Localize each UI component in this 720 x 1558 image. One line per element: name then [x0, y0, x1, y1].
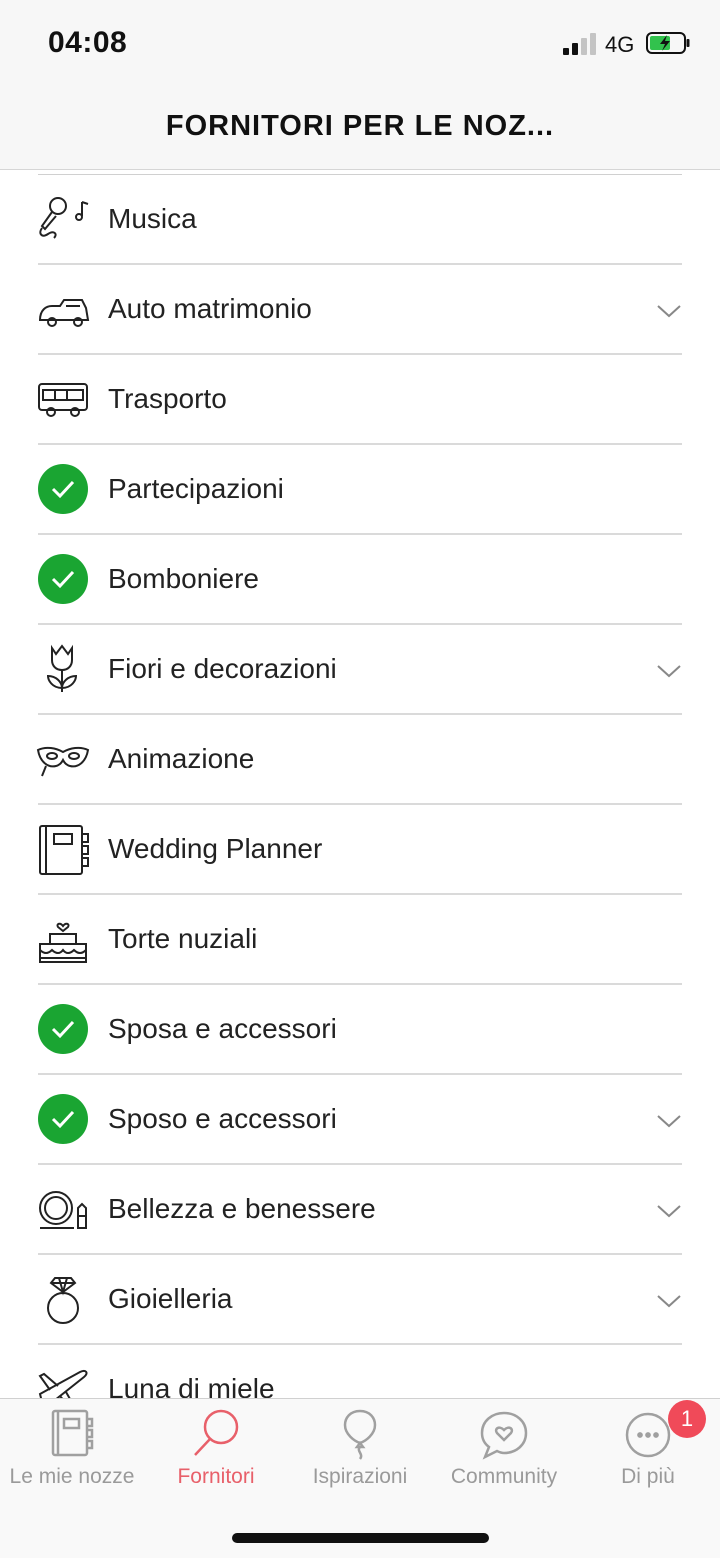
tab-community[interactable]: Community: [432, 1399, 576, 1509]
mask-icon: [36, 746, 90, 777]
planner-book-icon: [39, 825, 89, 875]
category-label: Torte nuziali: [108, 923, 258, 954]
tab-label: Community: [450, 1465, 558, 1488]
category-row-sposa-e-accessori[interactable]: Sposa e accessori: [0, 985, 720, 1075]
category-row-wedding-planner[interactable]: Wedding Planner: [0, 805, 720, 895]
category-row-fiori-e-decorazioni[interactable]: Fiori e decorazioni: [0, 625, 720, 715]
tulip-icon: [46, 644, 78, 692]
signal-icon: [563, 33, 599, 55]
category-row-trasporto[interactable]: Trasporto: [0, 355, 720, 445]
page-title: FORNITORI PER LE NOZ...: [165, 110, 555, 142]
tab-label: Di più: [621, 1465, 675, 1488]
category-label: Auto matrimonio: [108, 293, 312, 324]
category-row-partecipazioni[interactable]: Partecipazioni: [0, 445, 720, 535]
category-label: Fiori e decorazioni: [108, 653, 337, 684]
chevron-down-icon[interactable]: [656, 1203, 682, 1219]
tab-label: Fornitori: [177, 1465, 255, 1488]
category-row-animazione[interactable]: Animazione: [0, 715, 720, 805]
category-label: Bomboniere: [108, 563, 259, 594]
network-type: 4G: [605, 32, 635, 57]
category-row-gioielleria[interactable]: Gioielleria: [0, 1255, 720, 1345]
status-bar: 04:08 4G: [0, 0, 720, 88]
category-list[interactable]: Musica Auto matrimonio Trasporto Parteci…: [0, 170, 720, 1398]
ring-icon: [47, 1277, 79, 1324]
chat-heart-icon: [480, 1411, 528, 1460]
tab-ispirazioni[interactable]: Ispirazioni: [288, 1399, 432, 1509]
balloon-icon: [343, 1409, 377, 1460]
chevron-down-icon[interactable]: [656, 1293, 682, 1309]
category-row-bomboniere[interactable]: Bomboniere: [0, 535, 720, 625]
checkmark-icon: [38, 554, 88, 604]
category-label: Wedding Planner: [108, 833, 323, 864]
notebook-icon: [51, 1409, 94, 1457]
category-label: Animazione: [108, 743, 255, 774]
battery-icon: [646, 32, 690, 54]
nav-header: FORNITORI PER LE NOZ...: [0, 88, 720, 170]
tab-le-mie-nozze[interactable]: Le mie nozze: [0, 1399, 144, 1509]
chevron-down-icon[interactable]: [656, 1113, 682, 1129]
home-indicator[interactable]: [232, 1533, 489, 1543]
category-row-luna-di-miele[interactable]: Luna di miele: [0, 1345, 720, 1398]
category-label: Bellezza e benessere: [108, 1193, 376, 1224]
tab-label: Ispirazioni: [312, 1465, 408, 1488]
category-row-musica[interactable]: Musica: [0, 175, 720, 265]
chevron-down-icon[interactable]: [656, 303, 682, 319]
category-label: Musica: [108, 203, 197, 234]
notification-badge: 1: [668, 1400, 706, 1438]
airplane-icon: [38, 1369, 88, 1398]
category-label: Sposa e accessori: [108, 1013, 337, 1044]
search-icon: [194, 1409, 239, 1456]
wedding-car-icon: [38, 299, 90, 327]
category-label: Trasporto: [108, 383, 227, 414]
wedding-cake-icon: [39, 922, 87, 963]
category-label: Partecipazioni: [108, 473, 284, 504]
category-row-bellezza-e-benessere[interactable]: Bellezza e benessere: [0, 1165, 720, 1255]
category-label: Sposo e accessori: [108, 1103, 337, 1134]
checkmark-icon: [38, 1094, 88, 1144]
category-row-sposo-e-accessori[interactable]: Sposo e accessori: [0, 1075, 720, 1165]
status-time: 04:08: [48, 26, 128, 59]
chevron-down-icon[interactable]: [656, 663, 682, 679]
category-label: Gioielleria: [108, 1283, 233, 1314]
category-row-torte-nuziali[interactable]: Torte nuziali: [0, 895, 720, 985]
tab-label: Le mie nozze: [9, 1465, 135, 1488]
category-label: Luna di miele: [108, 1373, 275, 1398]
checkmark-icon: [38, 464, 88, 514]
bus-icon: [38, 383, 88, 417]
microphone-music-icon: [39, 197, 89, 239]
tab-fornitori[interactable]: Fornitori: [144, 1399, 288, 1509]
more-icon: [625, 1412, 671, 1458]
checkmark-icon: [38, 1004, 88, 1054]
beauty-icon: [39, 1191, 87, 1229]
category-row-auto-matrimonio[interactable]: Auto matrimonio: [0, 265, 720, 355]
